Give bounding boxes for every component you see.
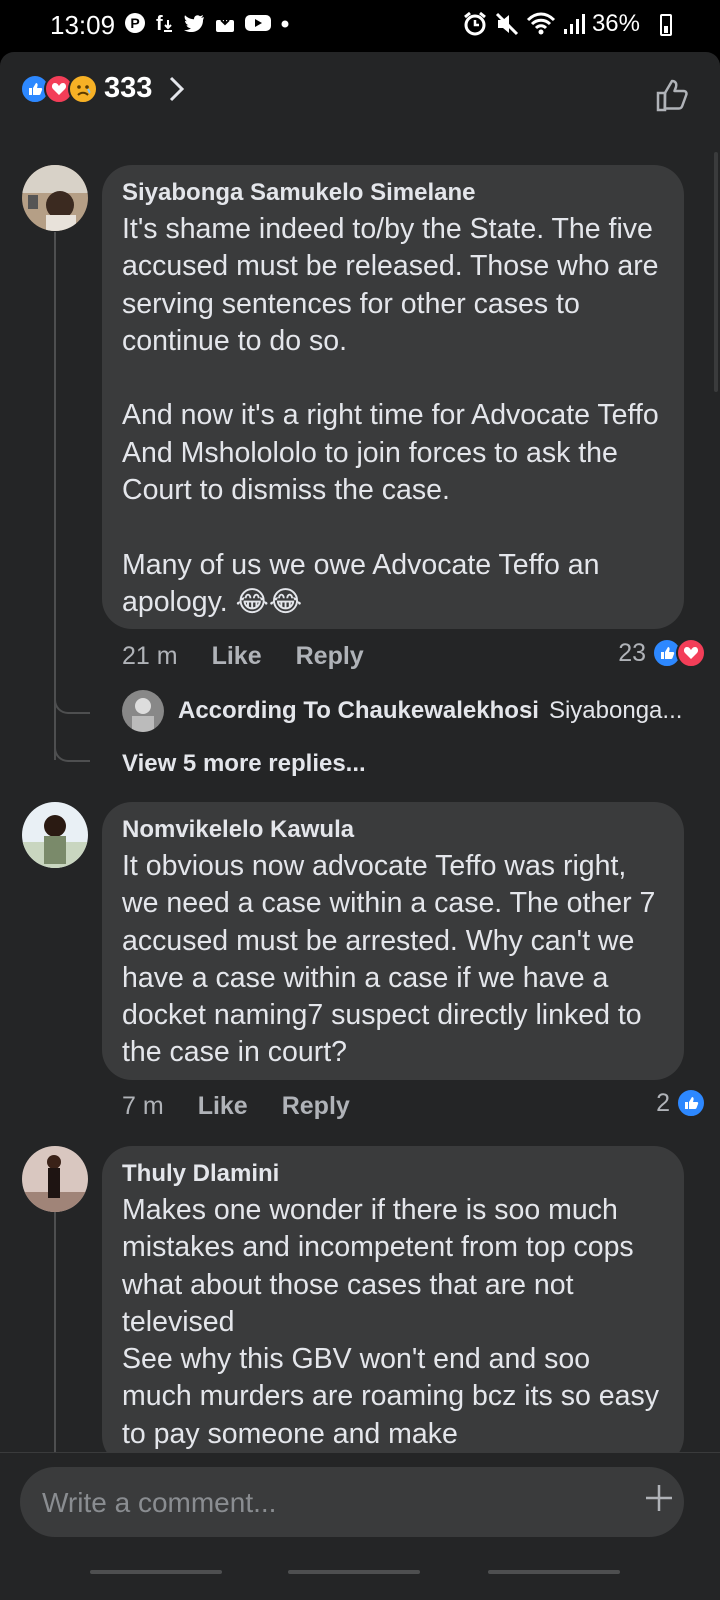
download-box-icon [216,14,234,32]
facebook-download-icon: f [156,13,172,34]
thread-connector [54,740,90,762]
status-time: 13:09 [50,10,116,40]
dot-icon [281,20,289,28]
status-bar: 13:09 P f 36% [0,0,720,52]
mute-icon [495,12,519,36]
like-post-icon[interactable] [654,76,692,114]
wifi-icon [526,12,556,35]
comment-text: Makes one wonder if there is soo much mi… [122,1194,659,1450]
reply-snippet: Siyabonga... [548,697,683,724]
nav-home-indicator[interactable] [288,1570,420,1574]
youtube-icon [245,15,271,31]
view-more-replies-link[interactable]: View 5 more replies... [122,750,366,778]
comment-input[interactable]: Write a comment... [20,1467,684,1537]
chevron-right-icon[interactable] [168,75,186,103]
comments-sheet[interactable]: 333 Siyabonga Samukelo Simelane It's sha… [0,52,720,1600]
scrollbar[interactable] [714,152,718,392]
comment-time[interactable]: 7 m [122,1092,164,1121]
comment-author[interactable]: Siyabonga Samukelo Simelane [122,179,664,207]
notification-icons: P f [124,12,290,34]
plus-icon[interactable] [644,1483,674,1513]
like-button[interactable]: Like [212,642,262,671]
comment-bubble[interactable]: Nomvikelelo Kawula It obvious now advoca… [102,802,684,1080]
like-button[interactable]: Like [198,1092,248,1121]
battery-percent: 36% [591,10,640,37]
reply-button[interactable]: Reply [282,1092,350,1121]
reactions-summary[interactable]: 333 [20,72,186,105]
comment-text: It obvious now advocate Teffo was right,… [122,850,656,1069]
twitter-icon [184,15,204,33]
comment-author[interactable]: Thuly Dlamini [122,1160,664,1188]
comment-text: It's shame indeed to/by the State. The f… [122,213,659,618]
comment-bubble[interactable]: Siyabonga Samukelo Simelane It's shame i… [102,165,684,629]
reply-avatar[interactable] [122,690,164,732]
comment-bubble[interactable]: Thuly Dlamini Makes one wonder if there … [102,1146,684,1466]
love-reaction-icon [676,638,706,668]
comment-reactions[interactable]: 23 [618,638,706,668]
system-icons: 36% [462,10,662,38]
like-reaction-icon [676,1088,706,1118]
comment-author[interactable]: Nomvikelelo Kawula [122,816,664,844]
reply-author[interactable]: According To Chaukewalekhosi [178,697,539,725]
reactions-count: 333 [104,72,153,104]
nav-back-indicator[interactable] [488,1570,620,1574]
comment-reactions[interactable]: 2 [656,1088,706,1118]
avatar[interactable] [22,165,88,231]
comment-actions: 7 m Like Reply [122,1092,350,1121]
thread-connector [54,692,90,714]
nav-recents-indicator[interactable] [90,1570,222,1574]
svg-text:f: f [156,13,163,34]
svg-text:P: P [130,15,139,31]
avatar[interactable] [22,802,88,868]
thread-line [54,1212,56,1452]
reply-preview[interactable]: According To Chaukewalekhosi Siyabonga..… [122,690,682,732]
signal-icon [563,14,585,34]
reply-button[interactable]: Reply [296,642,364,671]
pinterest-icon: P [125,13,145,33]
comment-time[interactable]: 21 m [122,642,178,671]
gesture-bar [0,1548,720,1600]
reaction-count: 23 [618,638,646,667]
reaction-count: 2 [656,1088,670,1117]
battery-icon [660,14,672,36]
sad-reaction-icon [68,73,98,104]
thread-line [54,232,56,760]
comment-actions: 21 m Like Reply [122,642,364,671]
avatar[interactable] [22,1146,88,1212]
alarm-icon [464,11,486,36]
